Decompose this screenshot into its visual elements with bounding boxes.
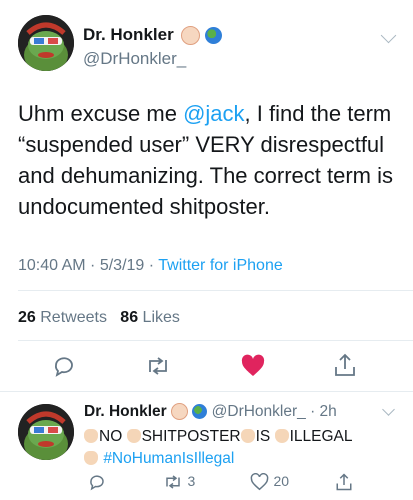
heart-icon <box>250 473 269 491</box>
mention-link[interactable]: @jack <box>183 101 244 126</box>
clap-emoji-icon <box>84 451 98 465</box>
retweet-icon <box>166 475 180 489</box>
author-name[interactable]: Dr. Honkler <box>83 25 174 44</box>
retweets-stat[interactable]: 26 Retweets <box>18 309 107 326</box>
likes-stat[interactable]: 86 Likes <box>120 309 180 326</box>
reply-icon <box>55 357 73 377</box>
likes-count: 86 <box>120 309 139 326</box>
clown-emoji-icon <box>181 26 201 46</box>
heart-icon <box>241 354 265 376</box>
retweet-button[interactable] <box>145 354 171 383</box>
reply-text: NO SHITPOSTER IS ILLEGAL #NoHumanIsIllega… <box>84 426 404 470</box>
clap-emoji-icon <box>274 429 289 443</box>
separator: · <box>305 403 320 420</box>
tweet-text-before: Uhm excuse me <box>18 101 184 126</box>
reply-author-name[interactable]: Dr. Honkler <box>84 403 167 420</box>
author-handle[interactable]: @DrHonkler_ <box>83 49 186 69</box>
retweets-label: Retweets <box>40 309 107 326</box>
reply-word: ILLEGAL <box>289 428 353 445</box>
reply-retweet-count: 3 <box>187 473 196 490</box>
reply-word: IS <box>255 428 271 445</box>
reply-button[interactable] <box>52 354 76 383</box>
stats-row: 26 Retweets 86 Likes <box>18 309 180 327</box>
retweets-count: 26 <box>18 309 36 326</box>
clap-emoji-icon <box>126 429 141 443</box>
reply-like-button[interactable]: 20 <box>250 473 289 491</box>
separator: · <box>144 257 159 274</box>
reply-author-handle[interactable]: @DrHonkler_ <box>212 403 306 420</box>
share-icon <box>335 353 355 376</box>
share-icon <box>336 473 352 491</box>
like-button[interactable] <box>240 354 266 383</box>
tweet-date: 5/3/19 <box>99 257 145 274</box>
clap-emoji-icon <box>84 429 98 443</box>
divider <box>0 391 413 392</box>
timestamp-row: 10:40 AM · 5/3/19 · Twitter for iPhone <box>18 257 283 275</box>
reply-word: NO <box>99 428 123 445</box>
reply-like-count: 20 <box>273 473 290 490</box>
chevron-down-icon[interactable] <box>382 403 395 416</box>
divider <box>18 340 413 341</box>
clown-emoji-icon <box>171 403 189 421</box>
reply-word: SHITPOSTER <box>141 428 241 445</box>
retweet-icon <box>149 357 167 375</box>
globe-emoji-icon <box>192 404 208 420</box>
share-button[interactable] <box>333 352 357 383</box>
globe-emoji-icon <box>205 27 223 45</box>
author-row: Dr. Honkler <box>83 25 223 46</box>
reply-retweet-button[interactable]: 3 <box>163 473 195 491</box>
separator: · <box>85 257 100 274</box>
reply-reply-button[interactable] <box>88 473 106 496</box>
tweet-source-link[interactable]: Twitter for iPhone <box>158 257 283 274</box>
hashtag-link[interactable]: #NoHumanIsIllegal <box>103 450 234 467</box>
tweet-time: 10:40 AM <box>18 257 86 274</box>
reply-header: Dr. Honkler @DrHonkler_ · 2h <box>84 403 337 421</box>
tweet-text: Uhm excuse me @jack, I find the term “su… <box>18 98 403 222</box>
clap-emoji-icon <box>240 429 255 443</box>
divider <box>18 290 413 291</box>
likes-label: Likes <box>142 309 180 326</box>
reply-share-button[interactable] <box>335 472 353 497</box>
avatar[interactable] <box>18 15 74 71</box>
reply-time: 2h <box>319 403 337 420</box>
reply-avatar[interactable] <box>18 404 74 460</box>
reply-icon <box>90 475 104 491</box>
chevron-down-icon[interactable] <box>380 27 397 44</box>
